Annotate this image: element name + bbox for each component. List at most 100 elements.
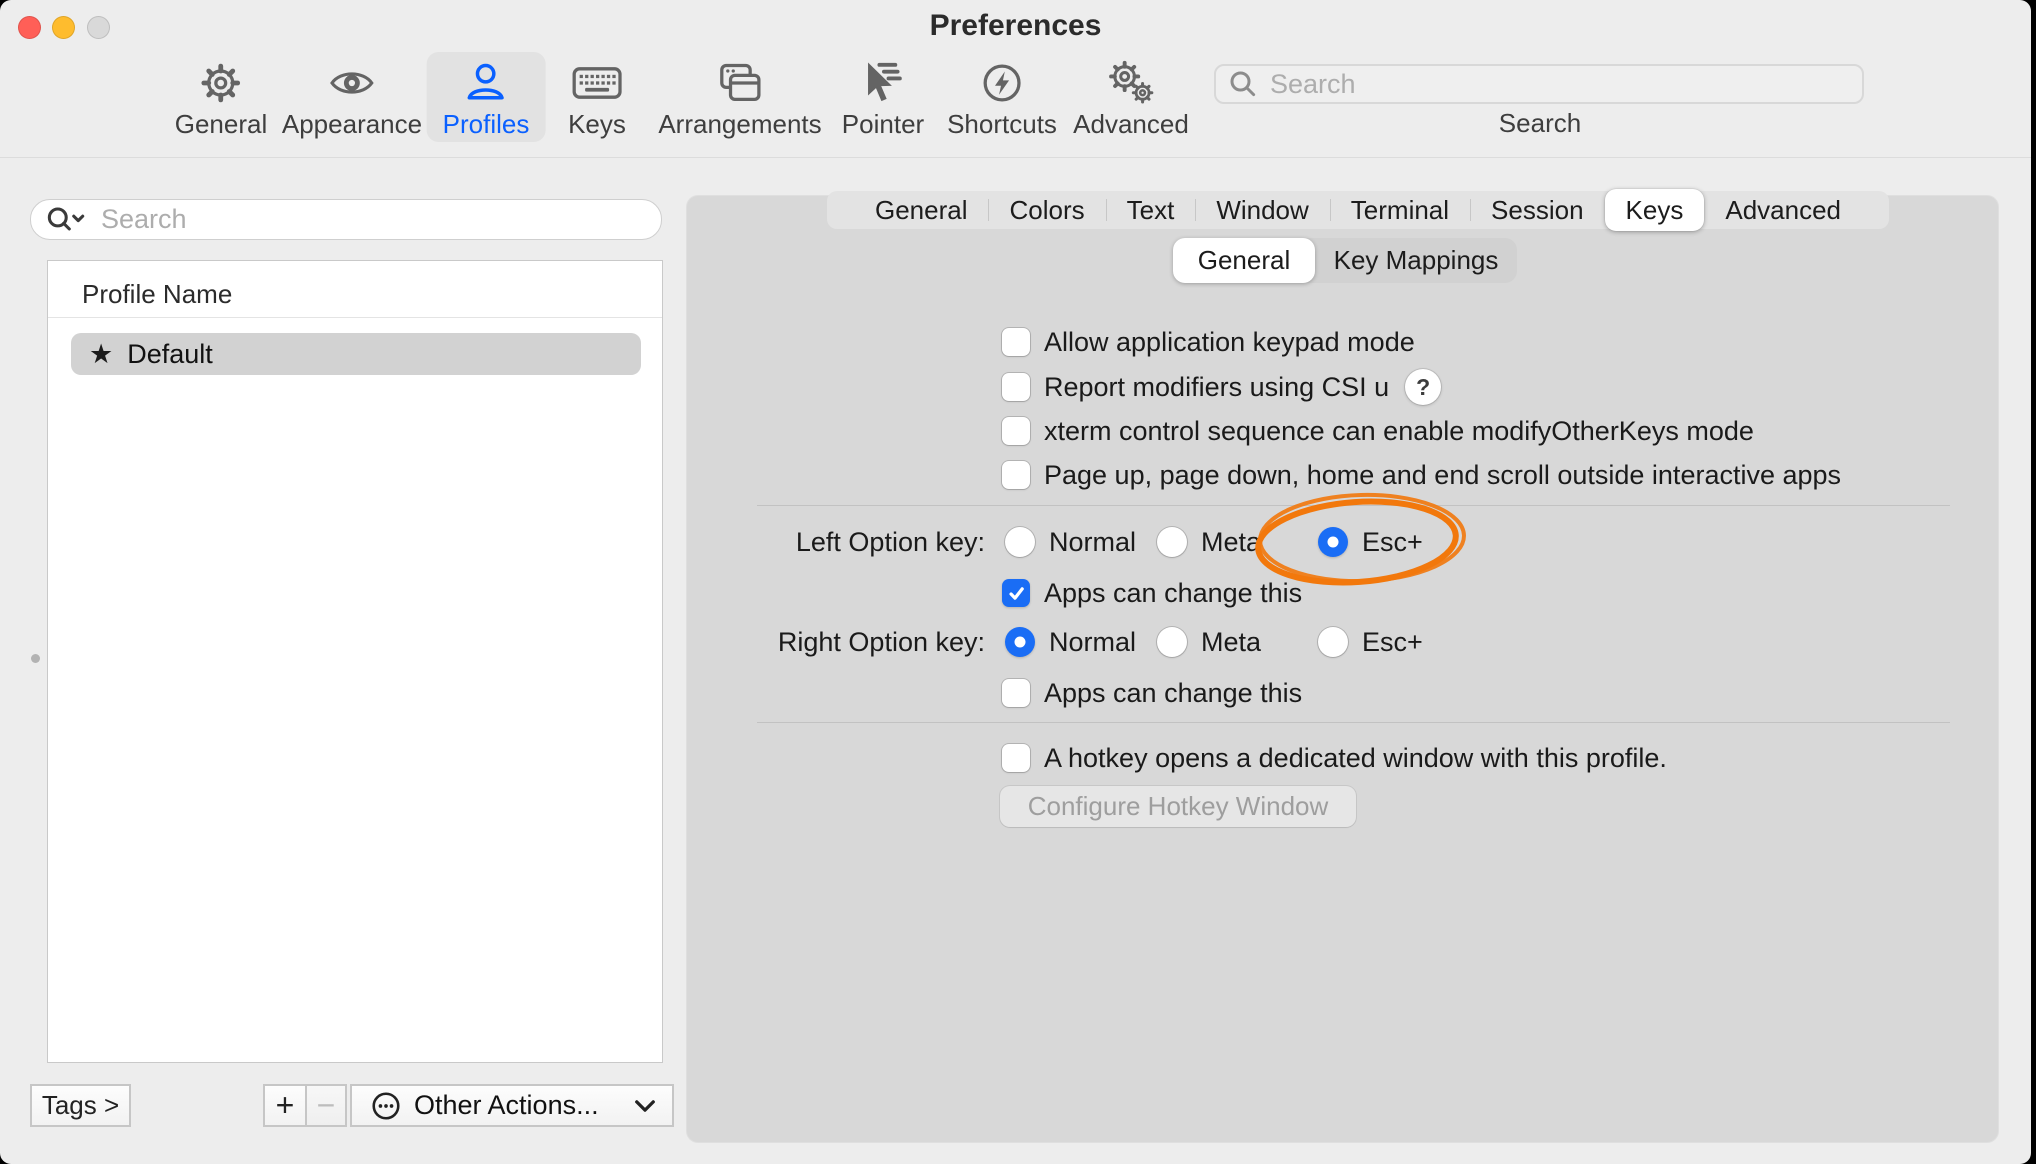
- checkbox-row: Report modifiers using CSI u ?: [1002, 367, 1441, 407]
- checkbox-row: A hotkey opens a dedicated window with t…: [1002, 738, 1667, 778]
- check-icon: [1007, 584, 1026, 603]
- tab-advanced[interactable]: Advanced: [1704, 191, 1862, 229]
- checkbox-row: xterm control sequence can enable modify…: [1002, 411, 1754, 451]
- windows-icon: [713, 58, 767, 108]
- toolbar-divider: [0, 157, 2031, 158]
- checkbox-hotkey-window[interactable]: [1002, 744, 1030, 772]
- tab-window[interactable]: Window: [1195, 191, 1329, 229]
- eye-icon: [326, 58, 378, 108]
- checkbox-label: Apps can change this: [1044, 578, 1302, 609]
- subtab-key-mappings[interactable]: Key Mappings: [1315, 238, 1517, 283]
- divider: [757, 722, 1950, 723]
- profile-list: Profile Name ★ Default: [47, 260, 663, 1063]
- radio-right-meta: Meta: [1157, 622, 1261, 662]
- checkbox-label: Allow application keypad mode: [1044, 327, 1415, 358]
- zoom-button[interactable]: [87, 16, 110, 39]
- toolbar-search-input[interactable]: [1268, 68, 1850, 101]
- toolbar-label: Pointer: [842, 109, 924, 140]
- divider: [757, 505, 1950, 506]
- radio-right-esc: Esc+: [1318, 622, 1423, 662]
- checkbox-label: Apps can change this: [1044, 678, 1302, 709]
- profile-search-input[interactable]: [99, 203, 653, 236]
- toolbar-label: Profiles: [443, 109, 530, 140]
- checkbox-label: Report modifiers using CSI u: [1044, 372, 1389, 403]
- other-actions-label: Other Actions...: [414, 1090, 599, 1121]
- toolbar-search-field[interactable]: [1214, 64, 1864, 104]
- radio-button[interactable]: [1318, 527, 1348, 557]
- checkbox-report-csi-u[interactable]: [1002, 373, 1030, 401]
- radio-button[interactable]: [1005, 527, 1035, 557]
- tab-text[interactable]: Text: [1106, 191, 1196, 229]
- checkbox-page-scroll-outside-apps[interactable]: [1002, 461, 1030, 489]
- toolbar-item-appearance[interactable]: Appearance: [266, 52, 438, 142]
- profile-search-field[interactable]: [30, 199, 662, 240]
- cursor-icon: [858, 58, 908, 108]
- radio-label: Esc+: [1362, 527, 1423, 558]
- gears-icon: [1106, 58, 1156, 108]
- toolbar-label: Advanced: [1073, 109, 1189, 140]
- toolbar-label: Appearance: [282, 109, 422, 140]
- remove-profile-button[interactable]: −: [305, 1084, 347, 1127]
- toolbar-item-profiles[interactable]: Profiles: [427, 52, 546, 142]
- configure-hotkey-window-button[interactable]: Configure Hotkey Window: [1000, 786, 1356, 827]
- radio-button[interactable]: [1318, 627, 1348, 657]
- checkbox-label: A hotkey opens a dedicated window with t…: [1044, 743, 1667, 774]
- toolbar-label: Shortcuts: [947, 109, 1057, 140]
- radio-label: Esc+: [1362, 627, 1423, 658]
- toolbar-item-keys[interactable]: Keys: [552, 52, 642, 142]
- checkbox-left-apps-can-change[interactable]: [1002, 579, 1030, 607]
- radio-label: Normal: [1049, 627, 1136, 658]
- help-button[interactable]: ?: [1405, 369, 1441, 405]
- checkbox-label: xterm control sequence can enable modify…: [1044, 416, 1754, 447]
- search-icon: [1228, 69, 1258, 99]
- other-actions-dropdown[interactable]: Other Actions...: [350, 1084, 674, 1127]
- toolbar-item-general[interactable]: General: [159, 52, 284, 142]
- tab-general[interactable]: General: [854, 191, 989, 229]
- toolbar-label: General: [175, 109, 268, 140]
- toolbar-item-advanced[interactable]: Advanced: [1057, 52, 1205, 142]
- radio-button[interactable]: [1005, 627, 1035, 657]
- toolbar-item-shortcuts[interactable]: Shortcuts: [931, 52, 1073, 142]
- window-edge-dot: [31, 654, 40, 663]
- checkbox-row: Apps can change this: [1002, 573, 1302, 613]
- divider: [48, 317, 662, 318]
- tags-button[interactable]: Tags >: [30, 1084, 131, 1127]
- ellipsis-circle-icon: [370, 1090, 402, 1122]
- radio-right-normal: Normal: [1005, 622, 1136, 662]
- profile-name: Default: [127, 339, 213, 370]
- radio-label: Meta: [1201, 527, 1261, 558]
- toolbar-search-caption: Search: [1499, 108, 1581, 139]
- chevron-down-icon: [634, 1099, 656, 1113]
- minimize-button[interactable]: [52, 16, 75, 39]
- tab-keys[interactable]: Keys: [1605, 189, 1705, 231]
- toolbar-item-arrangements[interactable]: Arrangements: [642, 52, 837, 142]
- toolbar-item-pointer[interactable]: Pointer: [826, 52, 940, 142]
- profile-list-header: Profile Name: [48, 261, 662, 310]
- subtab-general[interactable]: General: [1173, 238, 1315, 283]
- checkbox-row: Page up, page down, home and end scroll …: [1002, 455, 1841, 495]
- radio-button[interactable]: [1157, 527, 1187, 557]
- search-menu-icon: [45, 204, 91, 236]
- tab-session[interactable]: Session: [1470, 191, 1605, 229]
- left-option-key-label: Left Option key:: [685, 522, 985, 562]
- tab-terminal[interactable]: Terminal: [1330, 191, 1470, 229]
- checkbox-right-apps-can-change[interactable]: [1002, 679, 1030, 707]
- radio-left-meta: Meta: [1157, 522, 1261, 562]
- person-icon: [462, 58, 510, 108]
- window-title: Preferences: [0, 9, 2031, 43]
- keyboard-icon: [570, 58, 624, 108]
- radio-button[interactable]: [1157, 627, 1187, 657]
- checkbox-xterm-modifyotherkeys[interactable]: [1002, 417, 1030, 445]
- preferences-window: Preferences General Appearance: [0, 0, 2031, 1164]
- checkbox-row: Allow application keypad mode: [1002, 322, 1415, 362]
- checkbox-allow-keypad-mode[interactable]: [1002, 328, 1030, 356]
- profile-row-default[interactable]: ★ Default: [71, 333, 641, 375]
- close-button[interactable]: [18, 16, 41, 39]
- tab-colors[interactable]: Colors: [988, 191, 1105, 229]
- radio-left-normal: Normal: [1005, 522, 1136, 562]
- right-option-key-label: Right Option key:: [685, 622, 985, 662]
- add-profile-button[interactable]: +: [263, 1084, 307, 1127]
- checkbox-label: Page up, page down, home and end scroll …: [1044, 460, 1841, 491]
- radio-label: Meta: [1201, 627, 1261, 658]
- bolt-circle-icon: [978, 58, 1026, 108]
